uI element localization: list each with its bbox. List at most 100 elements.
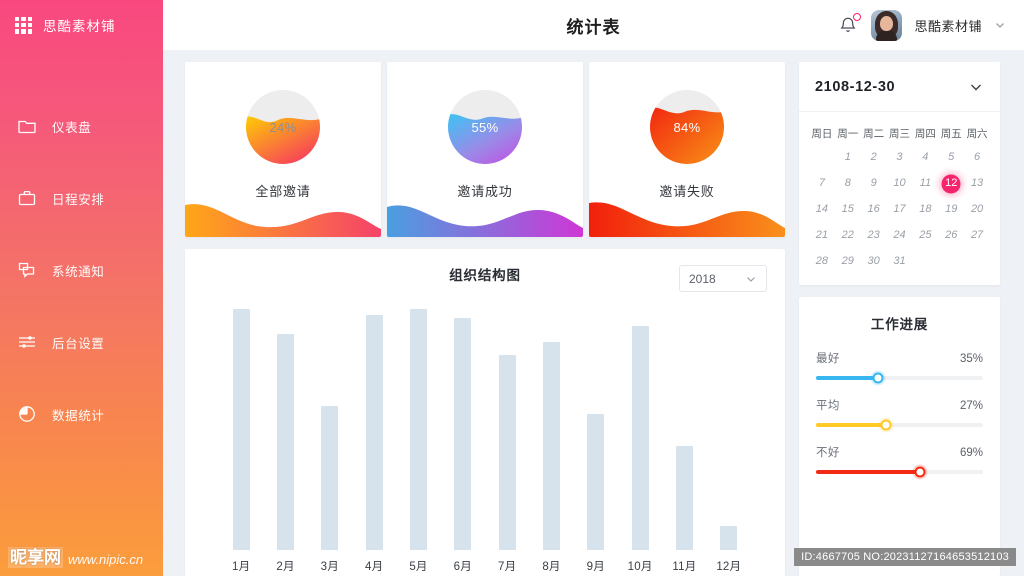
calendar-day[interactable]: 15 — [835, 198, 861, 221]
calendar-day[interactable]: 18 — [912, 198, 938, 221]
notification-bell-button[interactable] — [837, 13, 862, 36]
bar — [276, 333, 294, 550]
stat-card-invite-failed[interactable]: 84% 邀请失败 — [589, 62, 785, 237]
calendar-weekday: 周日 — [811, 128, 833, 140]
sidebar-item-settings[interactable]: 后台设置 — [0, 306, 163, 378]
bar — [631, 325, 649, 550]
bar-column: 12月 — [707, 309, 751, 576]
sidebar-item-dashboard[interactable]: 仪表盘 — [0, 90, 163, 162]
sidebar-logo[interactable]: 思酷素材铺 — [0, 0, 163, 50]
calendar-day[interactable]: 24 — [887, 224, 913, 247]
stat-cards-row: 24% 全部邀请 55% 邀请成功 84% 邀请失败 — [185, 62, 785, 237]
progress-fill — [816, 470, 920, 474]
sliders-icon — [16, 331, 38, 353]
calendar-day[interactable]: 28 — [809, 250, 835, 273]
calendar-day[interactable]: 30 — [861, 250, 887, 273]
calendar-day[interactable]: 27 — [964, 224, 990, 247]
calendar-date-value: 2108-12-30 — [815, 78, 896, 95]
bar-column: 6月 — [441, 309, 485, 576]
calendar-day[interactable]: 6 — [964, 146, 990, 169]
card-wave-decoration — [185, 195, 381, 237]
progress-row: 不好 69% — [816, 444, 983, 460]
sidebar-logo-text: 思酷素材铺 — [43, 19, 116, 34]
calendar-date-selector[interactable]: 2108-12-30 — [799, 62, 1000, 112]
sidebar-item-schedule[interactable]: 日程安排 — [0, 162, 163, 234]
left-column: 24% 全部邀请 55% 邀请成功 84% 邀请失败 组织结构图 2018 1月… — [185, 62, 785, 576]
calendar-day[interactable]: 3 — [887, 146, 913, 169]
calendar-day[interactable]: 10 — [887, 172, 913, 195]
bar-column: 8月 — [529, 309, 573, 576]
progress-label: 平均 — [816, 400, 840, 412]
bar — [365, 315, 383, 550]
bar-column: 9月 — [574, 309, 618, 576]
calendar-day[interactable]: 16 — [861, 198, 887, 221]
bar — [542, 341, 560, 550]
progress-item: 不好 69% — [816, 444, 983, 478]
gauge-percent: 84% — [673, 119, 701, 135]
calendar-day[interactable]: 31 — [887, 250, 913, 273]
calendar-day[interactable]: 8 — [835, 172, 861, 195]
sidebar: 思酷素材铺 仪表盘 日程安排 系统通知 后台设置 数据统计 — [0, 0, 163, 576]
bar-label: 10月 — [627, 561, 653, 573]
slider-knob[interactable] — [872, 372, 884, 384]
avatar[interactable] — [871, 9, 903, 41]
calendar-day[interactable]: 22 — [835, 224, 861, 247]
calendar-day-selected[interactable]: 12 — [938, 172, 964, 195]
calendar-day[interactable]: 20 — [964, 198, 990, 221]
calendar-weekday: 周四 — [914, 128, 936, 140]
bar — [675, 445, 693, 550]
gauge-invite-success: 55% — [448, 90, 522, 164]
progress-item: 平均 27% — [816, 397, 983, 431]
calendar-day[interactable]: 26 — [938, 224, 964, 247]
bar-column: 7月 — [485, 309, 529, 576]
calendar-day[interactable]: 19 — [938, 198, 964, 221]
card-wave-decoration — [589, 195, 785, 237]
calendar-weekday: 周三 — [888, 128, 910, 140]
calendar-day[interactable]: 9 — [861, 172, 887, 195]
gauge-invite-failed: 84% — [650, 90, 724, 164]
main-area: 统计表 思酷素材铺 24% 全部邀请 55% 邀请成功 84% 邀请失败 组织结… — [163, 0, 1024, 576]
calendar-day[interactable]: 11 — [912, 172, 938, 195]
sidebar-item-label: 仪表盘 — [52, 120, 92, 135]
calendar-weekday: 周一 — [837, 128, 859, 140]
sidebar-item-statistics[interactable]: 数据统计 — [0, 378, 163, 450]
calendar-day[interactable]: 17 — [887, 198, 913, 221]
folder-icon — [16, 115, 38, 137]
sidebar-item-notifications[interactable]: 系统通知 — [0, 234, 163, 306]
progress-slider[interactable] — [816, 372, 983, 384]
calendar-day[interactable]: 7 — [809, 172, 835, 195]
bar-column: 1月 — [219, 309, 263, 576]
bar — [454, 317, 472, 550]
bar — [720, 525, 738, 550]
bar — [321, 405, 339, 550]
stat-card-invite-success[interactable]: 55% 邀请成功 — [387, 62, 583, 237]
calendar-day[interactable]: 14 — [809, 198, 835, 221]
calendar-weekday-row: 周日 周一 周二 周三 周四 周五 周六 — [809, 122, 990, 146]
gauge-all-invites: 24% — [246, 90, 320, 164]
calendar-day[interactable]: 1 — [835, 146, 861, 169]
progress-slider[interactable] — [816, 419, 983, 431]
calendar-day[interactable]: 4 — [912, 146, 938, 169]
chevron-down-icon[interactable] — [994, 19, 1006, 31]
calendar-day[interactable]: 29 — [835, 250, 861, 273]
bar-label: 8月 — [542, 561, 561, 573]
slider-knob[interactable] — [914, 466, 926, 478]
year-select[interactable]: 2018 — [679, 265, 767, 292]
pie-chart-icon — [16, 403, 38, 425]
calendar-day[interactable]: 2 — [861, 146, 887, 169]
calendar-day[interactable]: 25 — [912, 224, 938, 247]
calendar-day[interactable]: 5 — [938, 146, 964, 169]
stat-card-all-invites[interactable]: 24% 全部邀请 — [185, 62, 381, 237]
calendar-day[interactable]: 21 — [809, 224, 835, 247]
progress-value: 35% — [959, 353, 983, 365]
calendar-day[interactable]: 13 — [964, 172, 990, 195]
grid-apps-icon — [15, 16, 32, 34]
sidebar-item-label: 日程安排 — [52, 192, 105, 207]
slider-knob[interactable] — [880, 419, 892, 431]
progress-slider[interactable] — [816, 466, 983, 478]
bar-label: 2月 — [276, 561, 295, 573]
calendar-day[interactable]: 23 — [861, 224, 887, 247]
right-column: 2108-12-30 周日 周一 周二 周三 周四 周五 周六 1 2 3 4 5 6 7 8 9 10 11 1… — [799, 62, 1000, 576]
card-wave-decoration — [387, 195, 583, 237]
bar — [232, 309, 250, 550]
